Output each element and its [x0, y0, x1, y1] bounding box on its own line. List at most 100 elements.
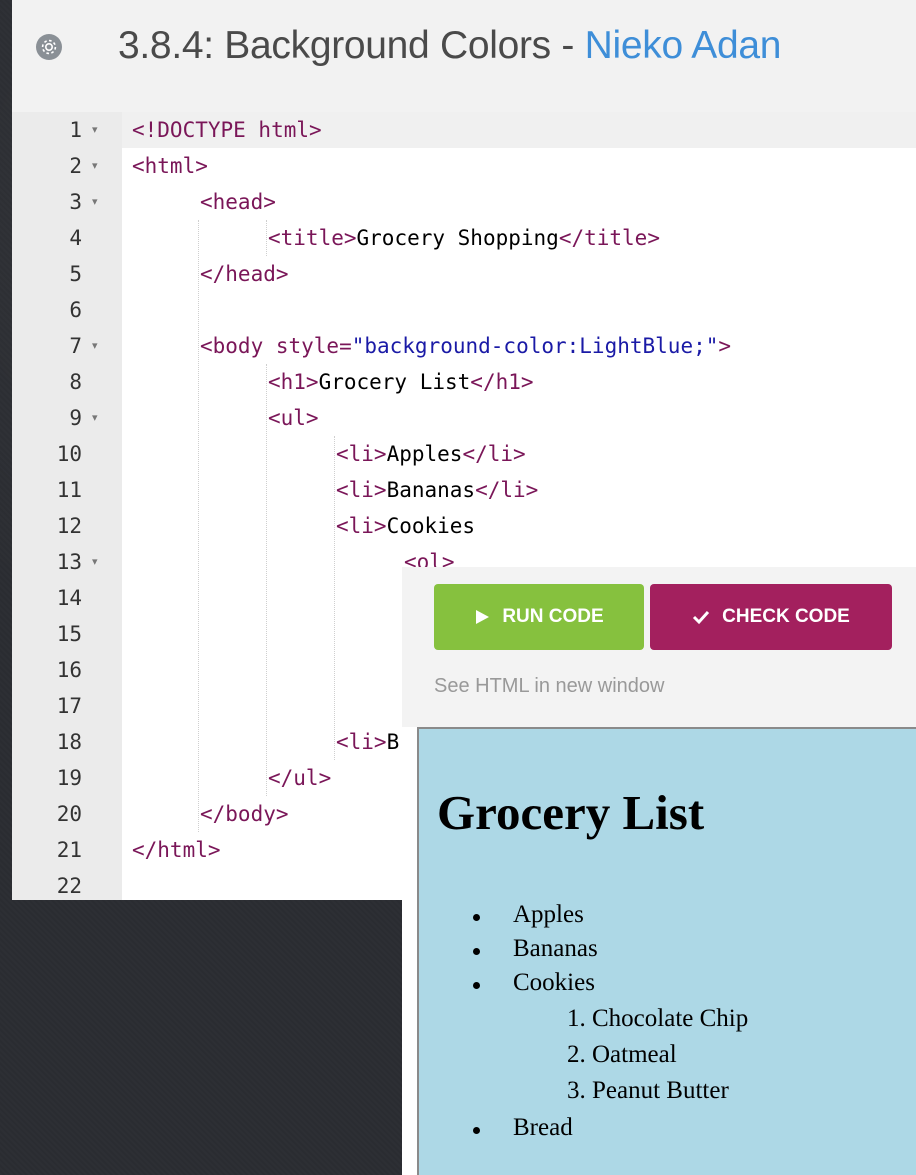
line-number: 7: [69, 334, 82, 358]
sub-item-peanut-butter: 3. Peanut Butter: [567, 1077, 729, 1104]
code-token: </h1>: [470, 370, 534, 394]
run-code-label: RUN CODE: [502, 606, 604, 627]
run-toolbar: RUN CODE CHECK CODE See HTML in new wind…: [402, 567, 916, 727]
code-token: <title>: [268, 226, 357, 250]
line-number: 17: [56, 694, 82, 718]
code-token: </body>: [200, 802, 289, 826]
line-number: 20: [56, 802, 82, 826]
code-token: Cookies: [386, 514, 476, 538]
line-number: 9: [69, 406, 82, 430]
list-item-bananas: Bananas: [513, 935, 598, 962]
preview-heading: Grocery List: [437, 785, 705, 840]
bullet-marker: [473, 1127, 480, 1134]
code-token: </title>: [558, 226, 660, 250]
line-number: 13: [56, 550, 82, 574]
code-token: Grocery Shopping: [356, 226, 559, 250]
line-number: 10: [56, 442, 82, 466]
line-number: 14: [56, 586, 82, 610]
check-code-label: CHECK CODE: [722, 606, 850, 627]
code-line[interactable]: <h1>Grocery List</h1>: [268, 364, 534, 400]
code-token: Apples: [386, 442, 463, 466]
code-line[interactable]: <li>Cookies: [336, 508, 475, 544]
code-line[interactable]: <!DOCTYPE html>: [132, 112, 322, 148]
line-number: 19: [56, 766, 82, 790]
indent-guide: [266, 364, 267, 796]
code-line[interactable]: </ul>: [268, 760, 331, 796]
sub-item-oatmeal: 2. Oatmeal: [567, 1041, 677, 1068]
code-token: <html>: [132, 154, 208, 178]
code-line[interactable]: </head>: [200, 256, 289, 292]
gear-icon[interactable]: [35, 33, 63, 61]
code-line[interactable]: <li>Apples</li>: [336, 436, 526, 472]
list-item-apples: Apples: [513, 901, 584, 928]
code-token: <li>: [336, 442, 387, 466]
code-token: >: [718, 334, 732, 358]
code-line[interactable]: <title>Grocery Shopping</title>: [268, 220, 660, 256]
fold-arrow-icon[interactable]: ▾: [92, 184, 106, 220]
indent-guide: [334, 436, 335, 760]
output-preview: Grocery List Apples Bananas Cookies 1. C…: [402, 727, 916, 1175]
code-line[interactable]: <body style="background-color:LightBlue;…: [200, 328, 731, 364]
bullet-marker: [473, 914, 480, 921]
code-token: "background-color:LightBlue;": [351, 334, 719, 358]
bullet-marker: [473, 948, 480, 955]
code-token: <!DOCTYPE html>: [132, 118, 322, 142]
fold-arrow-icon[interactable]: ▾: [92, 112, 106, 148]
code-token: </head>: [200, 262, 289, 286]
author-link[interactable]: Nieko Adan: [585, 24, 782, 67]
code-line[interactable]: <head>: [200, 184, 276, 220]
indent-guide: [198, 220, 199, 832]
code-token: </ul>: [268, 766, 332, 790]
code-token: <li>: [336, 514, 387, 538]
line-number: 6: [69, 298, 82, 322]
code-token: </li>: [462, 442, 526, 466]
code-token: <ul>: [268, 406, 319, 430]
line-number: 16: [56, 658, 82, 682]
list-item-bread: Bread: [513, 1114, 573, 1141]
code-line[interactable]: </html>: [132, 832, 221, 868]
code-line[interactable]: <ul>: [268, 400, 319, 436]
code-token: Grocery List: [318, 370, 471, 394]
code-token: <li>: [336, 478, 387, 502]
fold-arrow-icon[interactable]: ▾: [92, 148, 106, 184]
fold-arrow-icon[interactable]: ▾: [92, 400, 106, 436]
code-token: <body: [200, 334, 276, 358]
line-number: 22: [56, 874, 82, 898]
run-code-button[interactable]: RUN CODE: [434, 584, 644, 650]
indent-guide: [266, 220, 267, 256]
code-line[interactable]: <html>: [132, 148, 208, 184]
checkmark-icon: [693, 610, 710, 625]
line-number: 12: [56, 514, 82, 538]
line-number: 15: [56, 622, 82, 646]
see-html-link[interactable]: See HTML in new window: [434, 675, 664, 698]
line-number: 5: [69, 262, 82, 286]
code-line[interactable]: </body>: [200, 796, 289, 832]
code-token: </html>: [132, 838, 221, 862]
page-title: 3.8.4: Background Colors - Nieko Adan: [118, 24, 781, 68]
list-item-cookies: Cookies: [513, 969, 595, 996]
line-number: 21: [56, 838, 82, 862]
line-number: 4: [69, 226, 82, 250]
line-number: 3: [69, 190, 82, 214]
fold-arrow-icon[interactable]: ▾: [92, 544, 106, 580]
title-bar: 3.8.4: Background Colors - Nieko Adan: [12, 0, 916, 96]
line-number: 1: [69, 118, 82, 142]
bullet-marker: [473, 982, 480, 989]
code-token: Bananas: [386, 478, 476, 502]
code-token: <h1>: [268, 370, 319, 394]
preview-frame: Grocery List Apples Bananas Cookies 1. C…: [417, 727, 916, 1175]
lesson-title: 3.8.4: Background Colors -: [118, 24, 585, 67]
line-number: 11: [56, 478, 82, 502]
line-number: 2: [69, 154, 82, 178]
sub-item-chocolate-chip: 1. Chocolate Chip: [567, 1005, 749, 1032]
play-icon: [476, 610, 490, 624]
code-token: <head>: [200, 190, 276, 214]
code-line[interactable]: <li>Bananas</li>: [336, 472, 538, 508]
check-code-button[interactable]: CHECK CODE: [650, 584, 892, 650]
fold-arrow-icon[interactable]: ▾: [92, 328, 106, 364]
code-token: </li>: [475, 478, 539, 502]
line-number: 8: [69, 370, 82, 394]
line-number: 18: [56, 730, 82, 754]
code-token: style=: [275, 334, 352, 358]
code-token: <li>: [336, 730, 387, 754]
